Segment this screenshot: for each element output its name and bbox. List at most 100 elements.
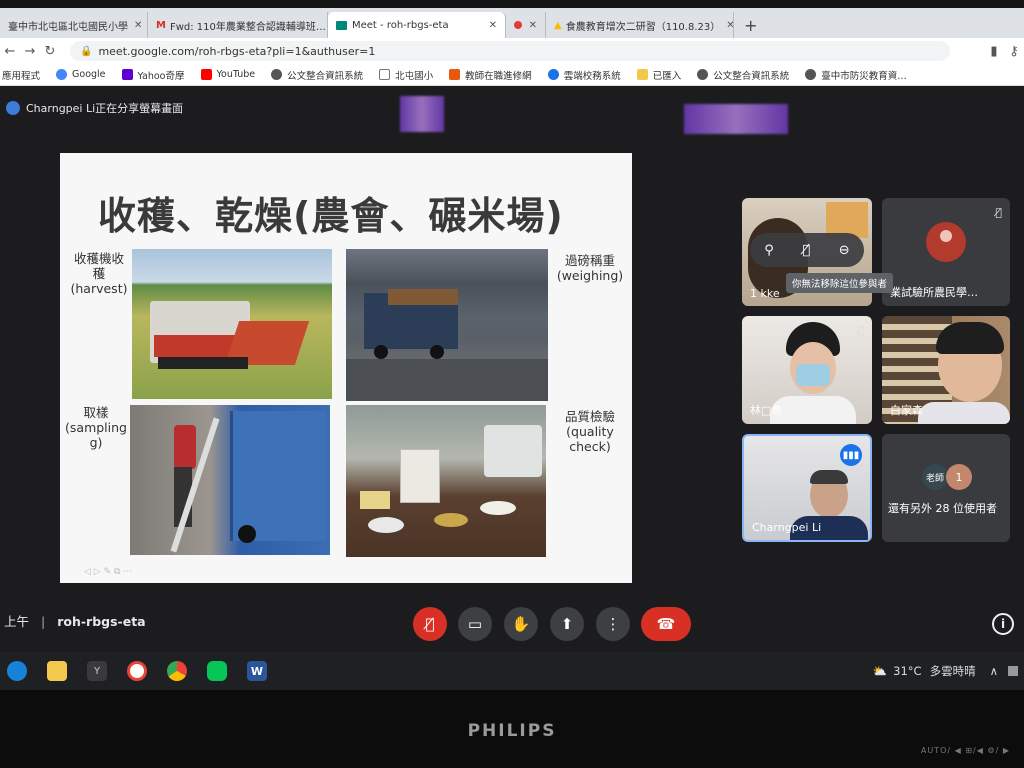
camera-icon[interactable]: ▮ bbox=[984, 44, 1004, 59]
meeting-info-button[interactable]: i bbox=[992, 613, 1014, 635]
bookmark-apps[interactable]: 應用程式 bbox=[2, 68, 40, 82]
new-tab-button[interactable]: + bbox=[734, 12, 767, 38]
hand-icon: ✋ bbox=[511, 615, 531, 633]
close-icon[interactable]: ✕ bbox=[128, 20, 142, 31]
reload-icon[interactable]: ↻ bbox=[40, 44, 60, 59]
bookmark-label: 應用程式 bbox=[2, 70, 41, 82]
photo-weighing bbox=[346, 249, 548, 401]
slide-toolbar[interactable]: ◁ ▷ ✎ ⧉ ⋯ bbox=[84, 567, 132, 577]
photo-harvester bbox=[132, 249, 332, 399]
windows-taskbar: Y W ⛅ 31°C 多雲時晴 ∧ bbox=[0, 652, 1024, 690]
grain-plate bbox=[434, 513, 468, 527]
mic-toggle-button[interactable]: 🎙̸ bbox=[413, 607, 447, 641]
key-icon[interactable]: ⚷ bbox=[1004, 44, 1024, 59]
tab-gmail-title: Fwd: 110年農業整合認識輔導班… bbox=[169, 21, 326, 33]
count-badge: 1 bbox=[946, 464, 972, 490]
bookmark-label: 公文整合資訊系統 bbox=[287, 70, 364, 82]
meet-stage: Charngpei Li正在分享螢幕畫面 收穫、乾燥(農會、碾米場) 收穫機收 … bbox=[0, 86, 1024, 658]
meeting-code: roh-rbgs-eta bbox=[57, 614, 146, 629]
tab-school-title: 臺中市北屯區北屯國民小學 bbox=[8, 21, 128, 33]
globe-icon bbox=[271, 69, 283, 80]
speaking-indicator-icon: ▮▮▮ bbox=[840, 444, 862, 466]
participant-tile-farmer-school[interactable]: 🎙̸ 業試驗所農民學… bbox=[882, 198, 1010, 306]
pin-icon[interactable]: ⚲ bbox=[764, 243, 774, 258]
label-harvest: 收穫機收 穫 (harvest) bbox=[70, 251, 128, 296]
close-icon[interactable]: ✕ bbox=[720, 20, 733, 31]
taskbar-line[interactable] bbox=[200, 656, 234, 686]
remove-icon[interactable]: ⊖ bbox=[839, 243, 850, 258]
leave-call-button[interactable]: ☎ bbox=[641, 607, 691, 641]
taskbar-edge[interactable] bbox=[0, 656, 34, 686]
tab-recording[interactable]: ✕ bbox=[506, 12, 546, 38]
mic-off-icon[interactable]: 🎙̸ bbox=[802, 243, 810, 258]
participant-tile-bai[interactable]: 白家森 bbox=[882, 316, 1010, 424]
bookmark-imported[interactable]: 已匯入 bbox=[636, 68, 682, 82]
mic-off-icon: 🎙̸ bbox=[857, 324, 864, 337]
close-icon[interactable]: ✕ bbox=[483, 20, 497, 31]
mic-off-icon: 🎙̸ bbox=[995, 206, 1002, 219]
chevron-up-icon[interactable]: ∧ bbox=[990, 664, 998, 678]
bookmark-cloud-system[interactable]: 雲端校務系統 bbox=[547, 68, 621, 82]
tab-gmail[interactable]: M Fwd: 110年農業整合認識輔導班…✕ bbox=[148, 12, 328, 38]
bookmark-disaster-edu[interactable]: 臺中市防災教育資… bbox=[805, 68, 907, 82]
tab-drive[interactable]: ▲ 食農教育增次二研習（110.8.23） ✕ bbox=[546, 12, 734, 38]
bookmark-school[interactable]: 北屯國小 bbox=[379, 68, 433, 82]
truck-wheel bbox=[374, 345, 388, 359]
participant-name: 林□希 bbox=[750, 404, 783, 417]
camera-toggle-button[interactable]: ▭ bbox=[458, 607, 492, 641]
participant-name: 白家森 bbox=[890, 404, 923, 417]
tab-school[interactable]: 臺中市北屯區北屯國民小學 ✕ bbox=[0, 12, 148, 38]
bookmark-youtube[interactable]: YouTube bbox=[200, 69, 255, 80]
bookmark-label: 已匯入 bbox=[652, 70, 682, 82]
slide-title: 收穫、乾燥(農會、碾米場) bbox=[98, 194, 564, 238]
weather-temp[interactable]: 31°C bbox=[893, 664, 921, 678]
monitor-osd-buttons: AUTO/ ◀ ⊞/◀ ⚙/ ▶ bbox=[920, 746, 1010, 755]
harvester-tracks bbox=[158, 357, 248, 369]
bookmark-google[interactable]: Google bbox=[56, 69, 106, 80]
worker-shirt bbox=[174, 425, 196, 469]
more-options-button[interactable]: ⋮ bbox=[596, 607, 630, 641]
url-field[interactable]: 🔒 meet.google.com/roh-rbgs-eta?pli=1&aut… bbox=[70, 41, 950, 61]
record-icon bbox=[514, 21, 522, 29]
edge-icon bbox=[7, 661, 27, 681]
tray-app-icon[interactable] bbox=[1008, 666, 1018, 676]
present-button[interactable]: ⬆ bbox=[550, 607, 584, 641]
participant-tile-others[interactable]: 老師 1 還有另外 28 位使用者 bbox=[882, 434, 1010, 542]
weather-text[interactable]: 多雲時晴 bbox=[930, 663, 976, 679]
grain-bag bbox=[360, 491, 390, 509]
hang-up-icon: ☎ bbox=[656, 615, 676, 633]
tab-drive-title: 食農教育增次二研習（110.8.23） bbox=[565, 21, 721, 33]
tab-meet[interactable]: Meet - roh-rbgs-eta ✕ bbox=[328, 12, 506, 38]
close-icon[interactable]: ✕ bbox=[523, 20, 537, 31]
folder-icon bbox=[47, 661, 67, 681]
back-arrow-icon[interactable]: ← bbox=[0, 44, 20, 59]
others-label: 還有另外 28 位使用者 bbox=[888, 502, 997, 515]
participant-hair bbox=[810, 470, 848, 484]
bookmark-docs-system[interactable]: 公文整合資訊系統 bbox=[271, 68, 363, 82]
photo-quality-check bbox=[346, 405, 546, 557]
participant-name: Charngpei Li bbox=[752, 521, 822, 534]
monitor-brand-logo: PHILIPS bbox=[467, 721, 557, 741]
taskbar-google[interactable] bbox=[120, 656, 154, 686]
participant-tile-lin[interactable]: 🎙̸ 林□希 bbox=[742, 316, 872, 424]
info-icon: i bbox=[1000, 617, 1006, 631]
bookmark-yahoo[interactable]: Yahoo奇摩 bbox=[121, 68, 185, 82]
measuring-device bbox=[400, 449, 440, 503]
bookmark-docs-system-2[interactable]: 公文整合資訊系統 bbox=[697, 68, 789, 82]
globe-icon bbox=[805, 69, 817, 80]
folder-icon bbox=[636, 69, 648, 80]
taskbar-chrome[interactable] bbox=[160, 656, 194, 686]
meet-icon bbox=[336, 20, 347, 30]
taskbar-yahoo[interactable]: Y bbox=[80, 656, 114, 686]
taskbar-word[interactable]: W bbox=[240, 656, 274, 686]
training-icon bbox=[449, 69, 461, 80]
participant-tile-charngpei[interactable]: ▮▮▮ Charngpei Li bbox=[742, 434, 872, 542]
bookmark-training[interactable]: 教師在職進修網 bbox=[449, 68, 532, 82]
monitor-screen: 臺中市北屯區北屯國民小學✕ M Fwd: 110年農業整合認識輔導班…✕ Mee… bbox=[0, 0, 1024, 768]
bookmark-label: 公文整合資訊系統 bbox=[713, 70, 790, 82]
raise-hand-button[interactable]: ✋ bbox=[504, 607, 538, 641]
forward-arrow-icon[interactable]: → bbox=[20, 44, 40, 59]
truck-wheel bbox=[430, 345, 444, 359]
taskbar-explorer[interactable] bbox=[40, 656, 74, 686]
yahoo-icon bbox=[121, 69, 133, 80]
